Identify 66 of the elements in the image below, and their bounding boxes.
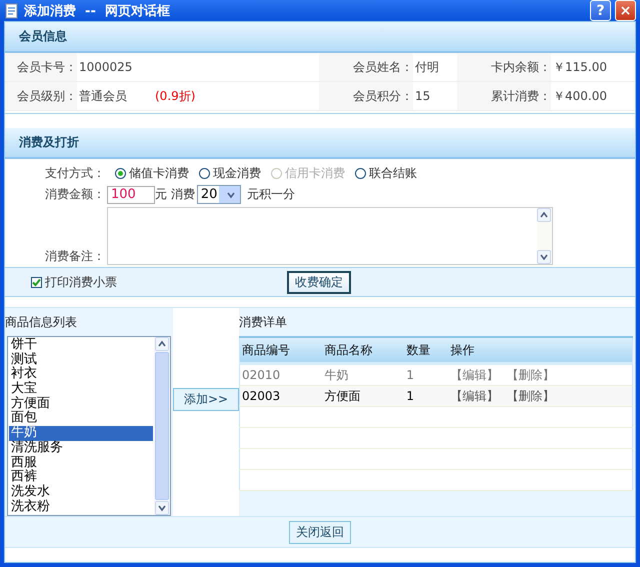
column-header: 商品名称 [322, 337, 404, 364]
list-item[interactable]: 清洗服务 [9, 440, 153, 456]
panel-title: 商品信息列表 [5, 314, 78, 330]
table-cell: 02003 [240, 386, 322, 406]
radio-button[interactable] [115, 168, 126, 179]
remark-field[interactable] [107, 207, 553, 265]
section-title: 会员信息 [19, 28, 67, 45]
edit-link[interactable]: 【编辑】 [450, 368, 499, 382]
add-button[interactable]: 添加>> [172, 388, 240, 411]
field-value: ￥115.00 [553, 58, 607, 76]
close-return-button[interactable]: 关闭返回 [289, 520, 351, 544]
radio-button[interactable] [355, 168, 366, 179]
close-button[interactable]: × [615, 0, 636, 21]
window-title: 添加消费 -- 网页对话框 [24, 2, 171, 20]
scrollbar[interactable] [154, 337, 170, 515]
field-label: 卡内余额： [457, 53, 551, 81]
column-header: 数量 [404, 337, 449, 364]
field-label: 消费金额： [44, 186, 105, 203]
list-item[interactable]: 西裤 [9, 470, 153, 485]
field-value: ￥400.00 [553, 88, 607, 104]
delete-link[interactable]: 【删除】 [506, 368, 555, 382]
list-item[interactable]: 牛奶 [9, 426, 153, 441]
field-label: 会员积分： [319, 82, 413, 110]
amount-field[interactable]: 100 [107, 186, 155, 204]
field-label: 会员级别： [5, 82, 77, 110]
field-label: 支付方式： [44, 165, 105, 182]
page-icon [4, 2, 20, 18]
field-label: 消费备注： [44, 248, 105, 265]
list-item[interactable]: 测试 [9, 352, 153, 368]
field-value: 付明 [415, 58, 439, 76]
radio-button[interactable] [199, 168, 210, 179]
unit-label: 元 [155, 186, 167, 203]
field-value: 15 [415, 89, 430, 103]
list-item[interactable]: 大宝 [9, 382, 153, 397]
list-item[interactable]: 饼干 [9, 338, 153, 353]
points-dropdown[interactable]: 20 [196, 185, 241, 204]
confirm-button[interactable]: 收费确定 [287, 270, 351, 294]
table-cell: 方便面 [322, 386, 404, 406]
column-header: 商品编号 [240, 337, 322, 364]
field-value: 普通会员 [79, 88, 127, 104]
field-label: 会员卡号： [5, 53, 77, 81]
list-item[interactable]: 方便面 [9, 396, 153, 412]
field-label: 消费 [170, 186, 195, 203]
discount-note: (0.9折) [155, 88, 196, 104]
check-icon [32, 278, 41, 286]
option-label[interactable]: 现金消费 [213, 165, 261, 182]
product-list[interactable]: 饼干 测试 衬衣 大宝 方便面 面包 牛奶 清洗服务 西服 西裤 洗发水 洗衣粉 [7, 336, 171, 516]
field-label: 元积一分 [246, 186, 295, 203]
list-item[interactable]: 西服 [9, 456, 153, 470]
option-label[interactable]: 储值卡消费 [129, 165, 189, 182]
field-label: 累计消费： [457, 82, 551, 110]
option-label[interactable]: 联合结账 [369, 165, 417, 182]
section-title: 消费及打折 [19, 134, 79, 151]
column-header: 操作 [448, 337, 632, 364]
print-receipt-checkbox[interactable]: 打印消费小票 [31, 274, 117, 290]
list-item[interactable]: 面包 [9, 411, 153, 426]
list-item[interactable]: 衬衣 [9, 367, 153, 382]
help-button[interactable]: ? [590, 0, 611, 21]
edit-link[interactable]: 【编辑】 [450, 388, 499, 402]
field-label: 会员姓名： [319, 53, 413, 81]
panel-title: 消费详单 [239, 314, 288, 330]
table-cell: 1 [404, 386, 449, 406]
list-item[interactable]: 洗衣粉 [9, 500, 153, 514]
list-item[interactable]: 洗发水 [9, 484, 153, 500]
field-value: 1000025 [79, 60, 132, 74]
delete-link[interactable]: 【删除】 [506, 388, 555, 402]
